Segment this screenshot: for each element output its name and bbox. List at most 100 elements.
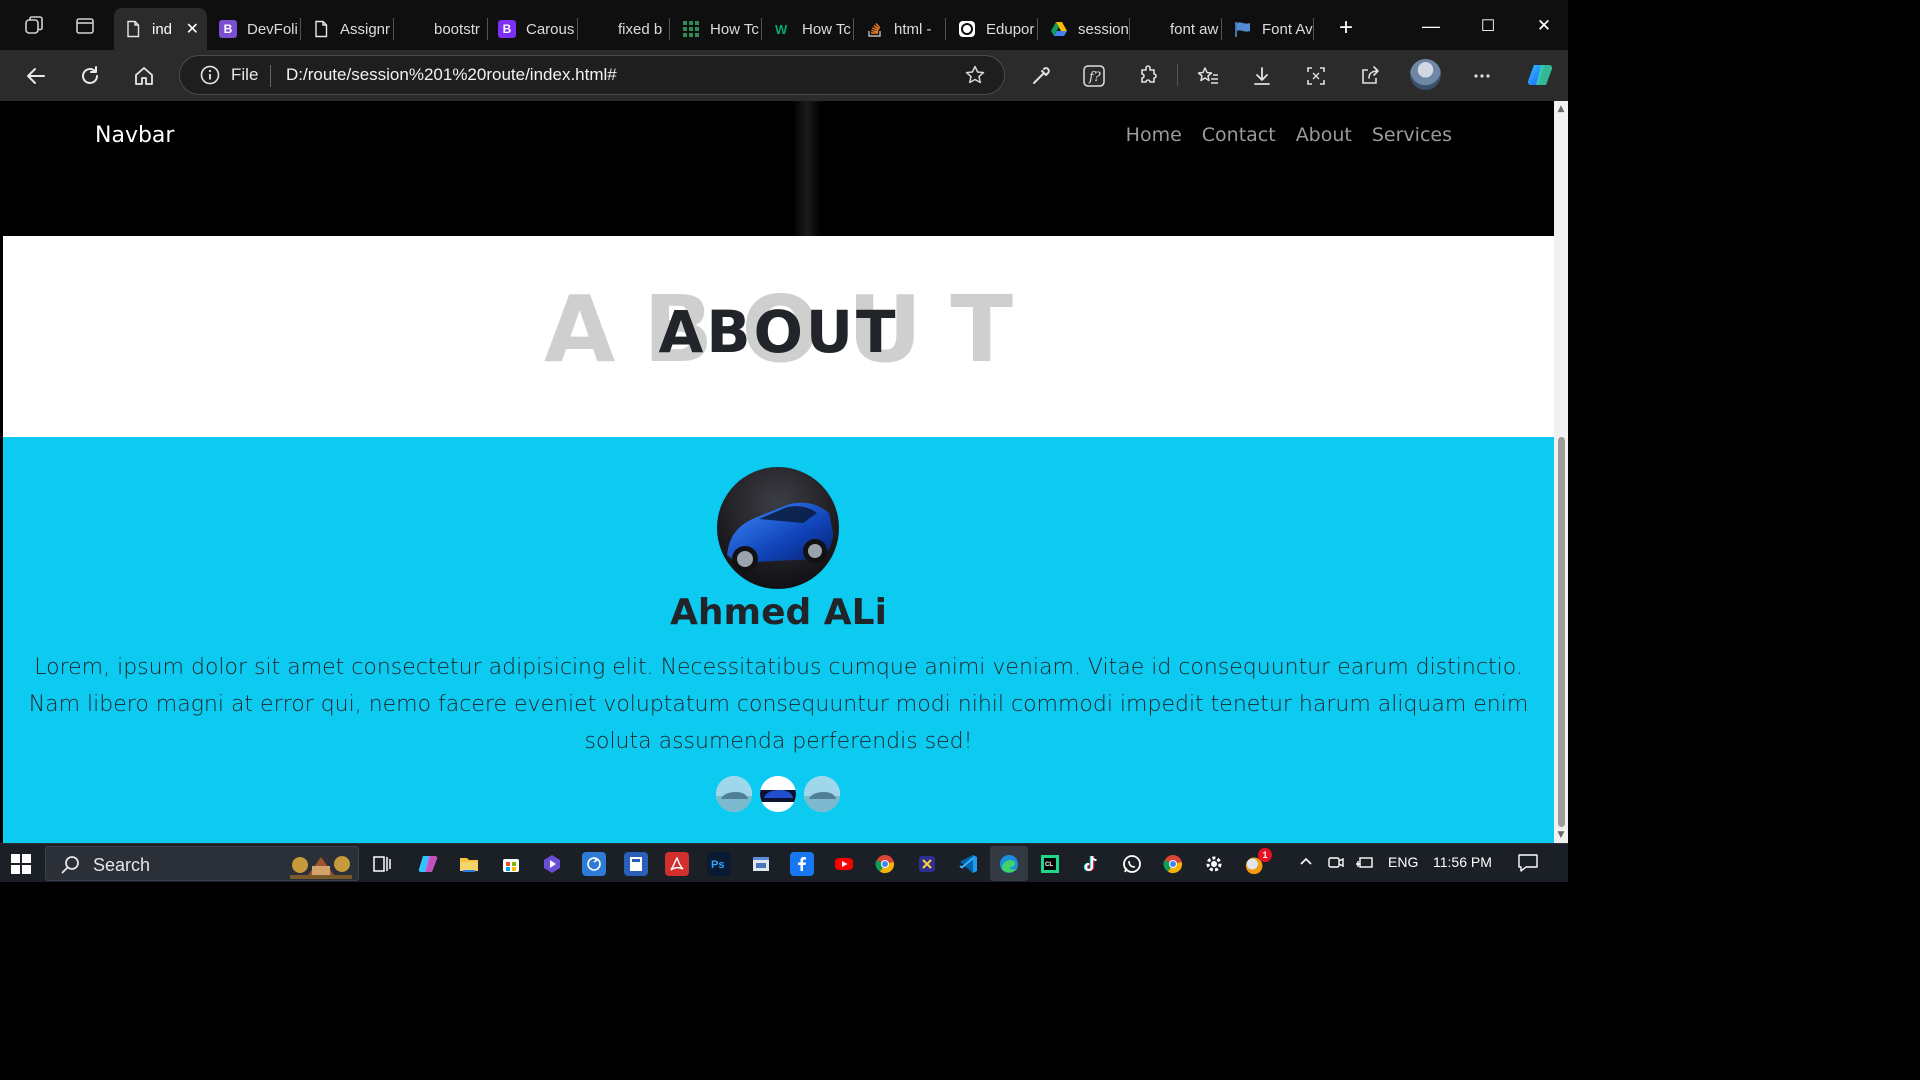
settings-icon[interactable] — [1202, 852, 1226, 876]
url-text[interactable]: D:/route/session%201%20route/index.html# — [286, 65, 617, 85]
carousel-indicator[interactable] — [760, 776, 796, 812]
camera-status-icon[interactable] — [1327, 853, 1345, 874]
clipchamp-icon[interactable] — [540, 852, 564, 876]
share-icon[interactable] — [1357, 63, 1383, 89]
testimonial-carousel: Ahmed ALi Lorem, ipsum dolor sit amet co… — [3, 437, 1554, 843]
notifications-icon[interactable] — [1517, 853, 1539, 876]
photoshop-icon[interactable]: Ps — [707, 852, 731, 876]
snip-icon[interactable] — [915, 852, 939, 876]
copilot-icon[interactable] — [416, 852, 440, 876]
back-button[interactable] — [21, 61, 51, 91]
tab-label: font aw — [1170, 20, 1219, 38]
browser-toolbar: File D:/route/session%201%20route/index.… — [0, 50, 1568, 101]
browser-tab[interactable]: Assignr — [302, 8, 394, 50]
google-drive-icon — [1050, 20, 1068, 38]
browser-tab[interactable]: W How Tc — [764, 8, 854, 50]
address-bar[interactable]: File D:/route/session%201%20route/index.… — [179, 55, 1005, 95]
chrome-icon[interactable] — [873, 852, 897, 876]
language-indicator[interactable]: ENG — [1388, 854, 1418, 870]
browser-tab[interactable]: How Tc — [672, 8, 762, 50]
browser-tab[interactable]: Edupor — [948, 8, 1038, 50]
nav-link-about[interactable]: About — [1296, 124, 1352, 146]
tab-separator — [945, 18, 946, 40]
extensions-icon[interactable] — [1135, 63, 1161, 89]
store-icon[interactable] — [499, 852, 523, 876]
nav-link-home[interactable]: Home — [1126, 124, 1182, 146]
vertical-tabs-icon[interactable] — [73, 14, 97, 38]
tab-label: session — [1078, 20, 1129, 38]
vscode-icon[interactable] — [956, 852, 980, 876]
file-explorer-icon[interactable] — [457, 852, 481, 876]
clock-time[interactable]: 11:56 PM — [1433, 854, 1492, 870]
profile-avatar[interactable] — [1410, 59, 1441, 90]
tab-label: fixed b — [618, 20, 663, 38]
facebook-icon[interactable] — [790, 852, 814, 876]
w3-grid-icon — [682, 20, 700, 38]
youtube-icon[interactable] — [832, 852, 856, 876]
window-app-icon[interactable] — [749, 852, 773, 876]
recycle-icon[interactable] — [582, 852, 606, 876]
tab-label: bootstr — [434, 20, 480, 38]
task-view-icon[interactable] — [370, 852, 394, 876]
favorite-star-icon[interactable] — [964, 64, 986, 86]
show-hidden-icons-icon[interactable] — [1297, 853, 1315, 874]
carousel-indicator[interactable] — [716, 776, 752, 812]
browser-tab[interactable]: B DevFoli — [209, 8, 301, 50]
edu-icon — [958, 20, 976, 38]
clion-icon[interactable]: CL — [1038, 852, 1062, 876]
chrome-icon[interactable] — [1161, 852, 1185, 876]
downloads-icon[interactable] — [1249, 63, 1275, 89]
whatsapp-icon[interactable] — [1120, 852, 1144, 876]
tab-separator — [669, 18, 670, 40]
page-scrollbar[interactable]: ▲ ▼ — [1554, 101, 1568, 843]
tab-separator — [1313, 18, 1314, 40]
notification-badge: 1 — [1258, 848, 1272, 862]
carousel-indicator[interactable] — [804, 776, 840, 812]
refresh-button[interactable] — [75, 61, 105, 91]
nav-link-services[interactable]: Services — [1372, 124, 1452, 146]
browser-tab[interactable]: Font Av — [1224, 8, 1314, 50]
browser-tab[interactable]: ind ✕ — [114, 8, 207, 50]
info-icon[interactable] — [200, 65, 220, 85]
navbar-brand[interactable]: Navbar — [95, 123, 174, 148]
acrobat-icon[interactable] — [665, 852, 689, 876]
new-tab-button[interactable]: + — [1331, 14, 1361, 42]
tab-label: DevFoli — [247, 20, 298, 38]
calculator-icon[interactable] — [624, 852, 648, 876]
svg-text:W: W — [775, 22, 788, 37]
copilot-icon[interactable] — [1524, 59, 1556, 91]
screenshot-icon[interactable] — [1303, 63, 1329, 89]
browser-tab[interactable]: session — [1040, 8, 1130, 50]
scroll-up-arrow-icon[interactable]: ▲ — [1556, 104, 1566, 114]
network-icon[interactable] — [1354, 853, 1374, 874]
minimize-button[interactable]: — — [1416, 12, 1446, 40]
tab-separator — [1221, 18, 1222, 40]
scroll-down-arrow-icon[interactable]: ▼ — [1556, 830, 1566, 840]
workspaces-icon[interactable] — [22, 14, 46, 38]
windows-taskbar: Search Ps CL 1 ENG 11:56 PM — [0, 843, 1568, 882]
color-picker-icon[interactable] — [1028, 63, 1054, 89]
taskbar-search-box[interactable]: Search — [45, 846, 359, 881]
windows-start-icon[interactable] — [10, 853, 32, 875]
more-menu-icon[interactable] — [1469, 63, 1495, 89]
scrollbar-thumb[interactable] — [1558, 437, 1565, 827]
browser-tab[interactable]: fixed b — [580, 8, 670, 50]
close-tab-icon[interactable]: ✕ — [186, 19, 199, 39]
favorites-icon[interactable] — [1195, 63, 1221, 89]
notification-app-icon[interactable]: 1 — [1244, 848, 1272, 876]
maximize-button[interactable]: ☐ — [1473, 12, 1503, 40]
browser-tab[interactable]: bootstr — [396, 8, 488, 50]
blank-icon — [406, 20, 424, 38]
close-window-button[interactable]: ✕ — [1529, 12, 1559, 40]
browser-tab[interactable]: html - — [856, 8, 946, 50]
nav-link-contact[interactable]: Contact — [1202, 124, 1276, 146]
tab-label: ind — [152, 20, 173, 38]
browser-tab[interactable]: B Carous — [488, 8, 578, 50]
home-button[interactable] — [129, 61, 159, 91]
font-detector-icon[interactable]: f? — [1081, 63, 1107, 89]
edge-icon[interactable] — [997, 852, 1021, 876]
svg-text:CL: CL — [1045, 862, 1053, 868]
home-icon — [135, 67, 153, 85]
tiktok-icon[interactable] — [1079, 852, 1103, 876]
browser-tab[interactable]: font aw — [1132, 8, 1222, 50]
